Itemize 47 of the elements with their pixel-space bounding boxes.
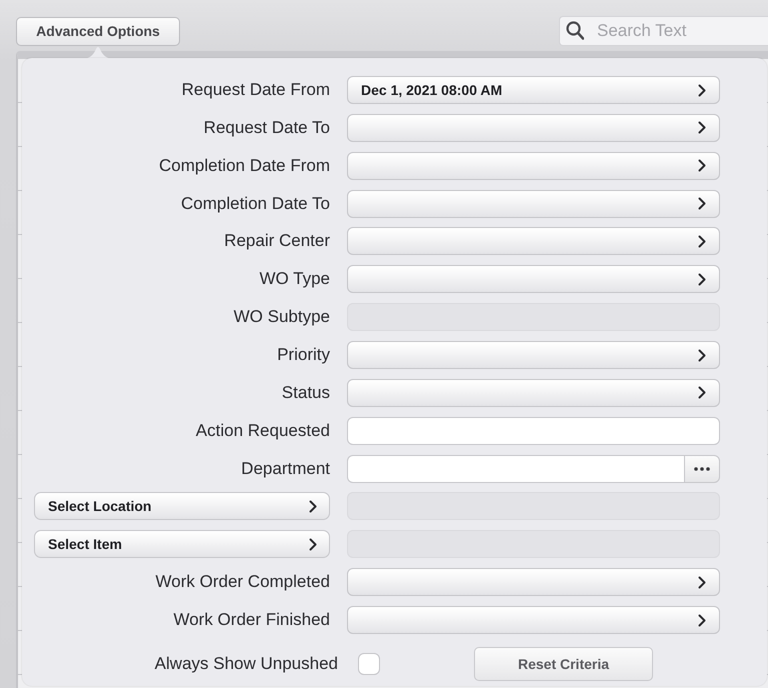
- picker-field[interactable]: [347, 114, 720, 142]
- field-label: Work Order Completed: [156, 572, 330, 592]
- field-label: Completion Date From: [158, 156, 330, 176]
- field-label: Request Date From: [182, 80, 330, 100]
- chevron-right-icon: [309, 500, 317, 513]
- checkbox[interactable]: [358, 653, 380, 676]
- chevron-right-icon: [698, 197, 706, 210]
- picker-field[interactable]: [347, 606, 720, 634]
- field-label: Status: [282, 382, 330, 403]
- chevron-right-icon: [698, 576, 706, 589]
- field-label: Request Date To: [204, 118, 330, 138]
- field-label: Priority: [277, 345, 330, 366]
- more-button[interactable]: [684, 454, 720, 483]
- advanced-options-button[interactable]: Advanced Options: [16, 16, 180, 46]
- text-field[interactable]: [347, 454, 684, 483]
- ellipsis-icon: [694, 466, 710, 471]
- picker-field[interactable]: Dec 1, 2021 08:00 AM: [347, 76, 720, 104]
- chevron-right-icon: [309, 538, 317, 551]
- reset-criteria-button[interactable]: Reset Criteria: [474, 647, 653, 682]
- picker-field[interactable]: [347, 341, 720, 370]
- chevron-right-icon: [698, 614, 706, 627]
- chevron-right-icon: [698, 234, 706, 248]
- field-label: WO Subtype: [234, 307, 330, 328]
- chevron-right-icon: [698, 272, 706, 286]
- field-label: WO Type: [259, 269, 330, 290]
- text-field[interactable]: [347, 416, 720, 445]
- picker-field[interactable]: [347, 152, 720, 180]
- picker-field[interactable]: [347, 227, 720, 256]
- picker-field[interactable]: [347, 568, 720, 596]
- picker-field[interactable]: [347, 190, 720, 218]
- field-label: Department: [241, 458, 330, 479]
- field-label: Repair Center: [224, 231, 330, 252]
- chevron-right-icon: [698, 348, 706, 362]
- select-button[interactable]: Select Item: [34, 530, 330, 558]
- field-label: Action Requested: [196, 420, 330, 441]
- select-button[interactable]: Select Location: [34, 492, 330, 520]
- picker-field[interactable]: [347, 265, 720, 294]
- search-field[interactable]: Search Text: [559, 16, 768, 46]
- checkbox-label: Always Show Unpushed: [154, 654, 338, 674]
- chevron-right-icon: [698, 84, 706, 96]
- chevron-right-icon: [698, 159, 706, 172]
- chevron-right-icon: [698, 386, 706, 400]
- chevron-right-icon: [698, 121, 706, 134]
- field-label: Work Order Finished: [173, 610, 330, 630]
- field-label: Completion Date To: [181, 194, 330, 214]
- search-icon: [566, 21, 584, 40]
- picker-field[interactable]: [347, 378, 720, 407]
